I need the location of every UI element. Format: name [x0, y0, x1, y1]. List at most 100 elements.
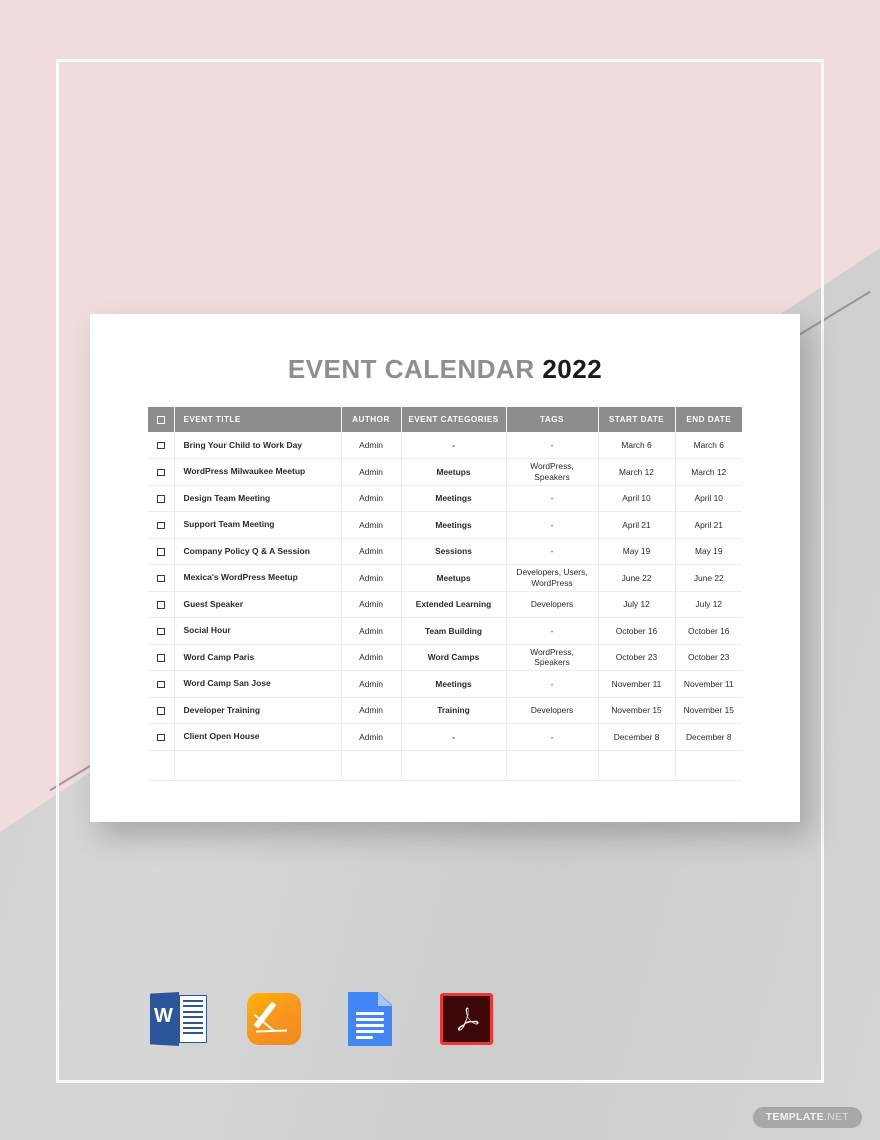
row-checkbox-cell[interactable]	[148, 564, 175, 592]
checkbox-unchecked-icon[interactable]	[157, 654, 165, 662]
cell-author: Admin	[341, 538, 402, 565]
checkbox-unchecked-icon[interactable]	[157, 548, 165, 556]
cell-event-category: Training	[401, 697, 507, 724]
table-row[interactable]: Social Hour Admin Team Building - October 16…	[148, 617, 742, 645]
cell-tags: -	[506, 538, 599, 565]
checkbox-unchecked-icon[interactable]	[157, 468, 165, 477]
row-checkbox-cell[interactable]	[148, 670, 175, 698]
table-row[interactable]: Developer Training Admin Training Developer…	[148, 697, 742, 724]
cell-start-date: June 22	[598, 564, 676, 592]
page-title-year: 2022	[542, 354, 603, 384]
pages-square	[247, 993, 301, 1045]
table-row[interactable]: Client Open House Admin - - December 8 Decemb…	[148, 723, 742, 751]
word-line	[183, 1000, 203, 1002]
column-header-tags[interactable]: TAGS	[506, 407, 599, 432]
row-checkbox-cell[interactable]	[148, 458, 175, 486]
cell-tags: -	[506, 432, 599, 459]
page-title: EVENT CALENDAR 2022	[90, 354, 800, 385]
gdocs-line	[356, 1036, 373, 1039]
column-header-event-categories[interactable]: EVENT CATEGORIES	[401, 407, 507, 432]
cell-end-date: April 10	[675, 485, 742, 512]
row-checkbox-cell[interactable]	[148, 511, 175, 539]
cell-event-title: Bring Your Child to Work Day	[174, 432, 342, 459]
word-line	[183, 1010, 203, 1013]
row-checkbox-cell[interactable]	[148, 591, 175, 618]
select-all-checkbox-cell[interactable]	[148, 407, 175, 432]
cell-start-date: May 19	[598, 538, 676, 565]
table-row[interactable]: Company Policy Q & A Session Admin Session…	[148, 538, 742, 565]
google-docs-icon[interactable]	[340, 990, 402, 1048]
word-line	[183, 1032, 203, 1035]
table-row[interactable]: Word Camp Paris Admin Word Camps WordPress,…	[148, 644, 742, 671]
gdocs-line	[356, 1012, 384, 1015]
table-row[interactable]: Guest Speaker Admin Extended Learning Devel…	[148, 591, 742, 618]
checkbox-unchecked-icon[interactable]	[157, 733, 165, 742]
word-line	[183, 1016, 203, 1019]
table-row[interactable]: Word Camp San Jose Admin Meetings - November…	[148, 670, 742, 698]
template-net-watermark: TEMPLATE.NET	[752, 1106, 862, 1128]
table-row[interactable]: Support Team Meeting Admin Meetings - April …	[148, 511, 742, 539]
empty-cell	[148, 750, 175, 781]
cell-author: Admin	[341, 458, 402, 486]
checkbox-unchecked-icon[interactable]	[157, 574, 165, 583]
cell-end-date: October 16	[675, 617, 742, 645]
cell-event-category: Meetings	[401, 511, 507, 539]
page-title-primary: EVENT CALENDAR	[287, 354, 535, 384]
apple-pages-icon[interactable]	[244, 990, 306, 1048]
table-row[interactable]: WordPress Milwaukee Meetup Admin Meetups Wo…	[148, 458, 742, 486]
word-line	[183, 1005, 203, 1008]
cell-end-date: March 6	[675, 432, 742, 459]
cell-tags: WordPress, Speakers	[506, 644, 599, 671]
row-checkbox-cell[interactable]	[148, 644, 175, 671]
cell-author: Admin	[341, 432, 402, 459]
cell-start-date: April 21	[598, 511, 676, 539]
row-checkbox-cell[interactable]	[148, 697, 175, 724]
checkbox-unchecked-icon[interactable]	[157, 627, 165, 636]
row-checkbox-cell[interactable]	[148, 538, 175, 565]
file-format-icons: W	[148, 990, 498, 1048]
adobe-pdf-icon[interactable]	[436, 990, 498, 1048]
cell-event-title: Design Team Meeting	[174, 485, 342, 512]
cell-tags: -	[506, 617, 599, 645]
checkbox-unchecked-icon[interactable]	[157, 680, 165, 689]
column-header-event-title[interactable]: EVENT TITLE	[174, 407, 342, 432]
cell-event-category: Sessions	[401, 538, 507, 565]
cell-end-date: March 12	[675, 458, 742, 486]
empty-cell	[506, 750, 599, 781]
microsoft-word-icon[interactable]: W	[148, 990, 210, 1048]
cell-author: Admin	[341, 564, 402, 592]
empty-cell	[598, 750, 676, 781]
cell-event-title: WordPress Milwaukee Meetup	[174, 458, 342, 486]
row-checkbox-cell[interactable]	[148, 485, 175, 512]
row-checkbox-cell[interactable]	[148, 617, 175, 645]
cell-event-category: Word Camps	[401, 644, 507, 671]
column-header-author[interactable]: AUTHOR	[341, 407, 402, 432]
checkbox-unchecked-icon[interactable]	[157, 495, 165, 503]
watermark-weak: .NET	[823, 1110, 849, 1123]
checkbox-unchecked-icon[interactable]	[156, 415, 165, 424]
cell-event-title: Mexica's WordPress Meetup	[174, 564, 342, 592]
row-checkbox-cell[interactable]	[148, 432, 175, 459]
cell-start-date: March 6	[598, 432, 676, 459]
pdf-acrobat-glyph	[436, 990, 498, 1048]
cell-author: Admin	[341, 670, 402, 698]
checkbox-unchecked-icon[interactable]	[157, 707, 165, 715]
checkbox-unchecked-icon[interactable]	[157, 601, 165, 609]
cell-author: Admin	[341, 697, 402, 724]
watermark-strong: TEMPLATE	[765, 1110, 824, 1123]
cell-end-date: June 22	[675, 564, 742, 592]
checkbox-unchecked-icon[interactable]	[157, 521, 165, 530]
table-row[interactable]: Design Team Meeting Admin Meetings - April 1…	[148, 485, 742, 512]
cell-end-date: October 23	[675, 644, 742, 671]
cell-event-category: Extended Learning	[401, 591, 507, 618]
cell-tags: -	[506, 723, 599, 751]
column-header-start-date[interactable]: START DATE	[598, 407, 676, 432]
cell-author: Admin	[341, 617, 402, 645]
checkbox-unchecked-icon[interactable]	[157, 441, 165, 450]
table-row[interactable]: Mexica's WordPress Meetup Admin Meetups Dev…	[148, 564, 742, 592]
row-checkbox-cell[interactable]	[148, 723, 175, 751]
column-header-end-date[interactable]: END DATE	[675, 407, 742, 432]
table-row[interactable]: Bring Your Child to Work Day Admin - - March…	[148, 432, 742, 459]
cell-author: Admin	[341, 511, 402, 539]
word-page	[179, 995, 207, 1043]
